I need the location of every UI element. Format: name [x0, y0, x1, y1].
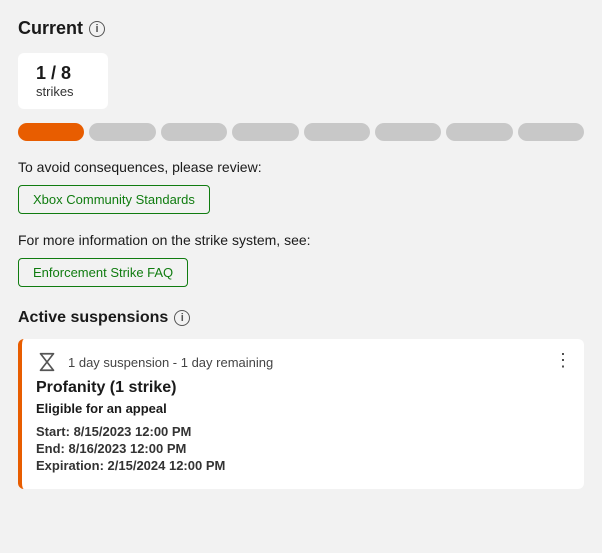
review-text: To avoid consequences, please review:: [18, 159, 584, 175]
active-suspensions-info-icon[interactable]: i: [174, 310, 190, 326]
appeal-badge: Eligible for an appeal: [36, 401, 570, 416]
active-suspensions-label: Active suspensions: [18, 309, 168, 327]
xbox-community-standards-link[interactable]: Xbox Community Standards: [18, 185, 210, 214]
start-date-row: Start: 8/15/2023 12:00 PM: [36, 424, 570, 439]
current-section-title: Current i: [18, 18, 584, 39]
end-date-row: End: 8/16/2023 12:00 PM: [36, 441, 570, 456]
strike-segment-2: [89, 123, 155, 141]
active-suspensions-title: Active suspensions i: [18, 309, 584, 327]
more-info-text: For more information on the strike syste…: [18, 232, 584, 248]
strikes-box: 1 / 8 strikes: [18, 53, 108, 109]
strikes-fraction: 1 / 8: [36, 63, 90, 84]
start-label: Start:: [36, 424, 70, 439]
strike-segment-6: [375, 123, 441, 141]
current-title-text: Current: [18, 18, 83, 39]
suspension-title: Profanity (1 strike): [36, 379, 570, 397]
page-container: Current i 1 / 8 strikes To avoid consequ…: [0, 0, 602, 507]
hourglass-icon: [36, 351, 58, 373]
expiration-label: Expiration:: [36, 458, 104, 473]
end-value: 8/16/2023 12:00 PM: [69, 441, 187, 456]
strikes-bar: [18, 123, 584, 141]
suspension-duration: 1 day suspension - 1 day remaining: [68, 355, 570, 370]
enforcement-strike-faq-link[interactable]: Enforcement Strike FAQ: [18, 258, 188, 287]
strike-segment-5: [304, 123, 370, 141]
suspension-options-button[interactable]: ⋮: [554, 351, 572, 369]
start-value: 8/15/2023 12:00 PM: [74, 424, 192, 439]
strike-segment-3: [161, 123, 227, 141]
suspension-card: 1 day suspension - 1 day remaining ⋮ Pro…: [18, 339, 584, 489]
strikes-label: strikes: [36, 84, 90, 99]
current-info-icon[interactable]: i: [89, 21, 105, 37]
strike-segment-4: [232, 123, 298, 141]
expiration-value: 2/15/2024 12:00 PM: [108, 458, 226, 473]
strike-segment-7: [446, 123, 512, 141]
expiration-date-row: Expiration: 2/15/2024 12:00 PM: [36, 458, 570, 473]
strike-segment-1: [18, 123, 84, 141]
suspension-header: 1 day suspension - 1 day remaining: [36, 351, 570, 373]
end-label: End:: [36, 441, 65, 456]
strike-segment-8: [518, 123, 584, 141]
